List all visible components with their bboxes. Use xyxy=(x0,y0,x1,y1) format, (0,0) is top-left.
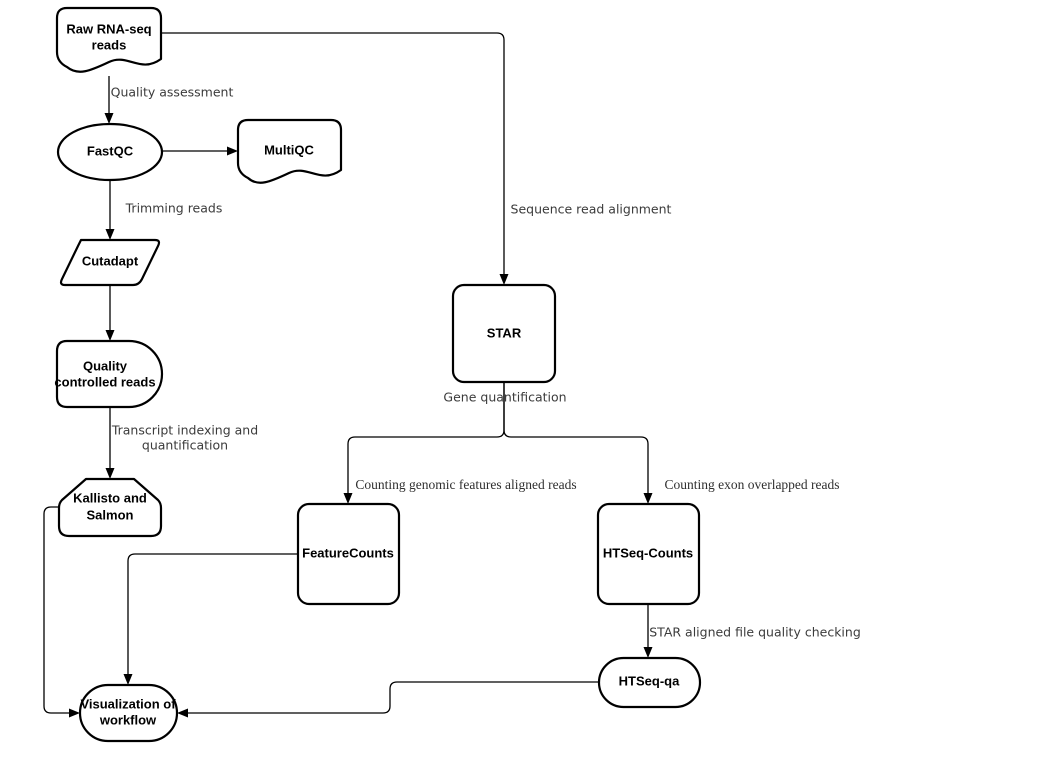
edge-raw-to-fastqc xyxy=(104,76,114,124)
edge-label-star-quality-checking: STAR aligned file quality checking xyxy=(649,625,861,640)
node-label-visualization-line2: workflow xyxy=(99,712,157,727)
node-label-kallisto-line2: Salmon xyxy=(87,507,134,522)
node-label-visualization-line1: Visualization of xyxy=(80,696,176,711)
edge-featurecounts-to-visualization xyxy=(123,553,298,685)
node-visualization-of-workflow[interactable]: Visualization of workflow xyxy=(78,683,179,743)
node-label-raw-reads-line2: reads xyxy=(92,37,127,52)
node-label-qc-reads-line2: controlled reads xyxy=(54,374,155,389)
node-label-star: STAR xyxy=(487,325,522,340)
edge-fastqc-to-multiqc xyxy=(162,146,238,156)
edge-label-transcript-indexing-line2: quantification xyxy=(142,438,228,453)
edge-qcreads-to-kallisto xyxy=(105,407,115,479)
node-label-htseq-qa: HTSeq-qa xyxy=(619,673,680,688)
flowchart-svg: Raw RNA-seq reads FastQC MultiQC Cutadap… xyxy=(43,6,861,743)
node-fastqc[interactable]: FastQC xyxy=(56,122,164,182)
node-label-qc-reads-line1: Quality xyxy=(83,358,128,373)
diagram-canvas: Raw RNA-seq reads FastQC MultiQC Cutadap… xyxy=(0,0,1037,757)
nodes-layer: Raw RNA-seq reads FastQC MultiQC Cutadap… xyxy=(54,6,702,743)
node-label-featurecounts: FeatureCounts xyxy=(302,545,394,560)
edge-label-trimming-reads: Trimming reads xyxy=(125,201,223,216)
node-label-fastqc: FastQC xyxy=(87,143,134,158)
edge-fastqc-to-cutadapt xyxy=(105,180,115,240)
edge-htseqqa-to-visualization xyxy=(177,681,599,718)
node-label-multiqc: MultiQC xyxy=(264,142,314,157)
node-htseq-qa[interactable]: HTSeq-qa xyxy=(597,656,702,709)
edge-label-gene-quantification: Gene quantification xyxy=(443,390,566,405)
edge-kallisto-to-visualization xyxy=(43,506,80,718)
node-multiqc[interactable]: MultiQC xyxy=(236,118,343,184)
node-label-kallisto-line1: Kallisto and xyxy=(73,490,147,505)
edge-label-quality-assessment: Quality assessment xyxy=(111,85,234,100)
edge-label-counting-genomic-features: Counting genomic features aligned reads xyxy=(355,477,576,492)
node-kallisto-and-salmon[interactable]: Kallisto and Salmon xyxy=(57,477,163,538)
node-label-htseq-counts: HTSeq-Counts xyxy=(603,545,693,560)
node-star[interactable]: STAR xyxy=(451,283,557,384)
node-raw-rna-seq-reads[interactable]: Raw RNA-seq reads xyxy=(55,6,163,73)
edge-label-counting-exon-overlapped: Counting exon overlapped reads xyxy=(664,477,839,492)
edge-label-sequence-read-alignment: Sequence read alignment xyxy=(511,202,672,217)
edge-label-transcript-indexing-line1: Transcript indexing and xyxy=(111,423,258,438)
node-htseq-counts[interactable]: HTSeq-Counts xyxy=(596,502,701,606)
node-cutadapt[interactable]: Cutadapt xyxy=(59,238,161,287)
edge-cutadapt-to-qcreads xyxy=(105,285,115,341)
node-quality-controlled-reads[interactable]: Quality controlled reads xyxy=(54,339,164,409)
node-label-cutadapt: Cutadapt xyxy=(82,253,139,268)
node-label-raw-reads-line1: Raw RNA-seq xyxy=(66,21,151,36)
node-featurecounts[interactable]: FeatureCounts xyxy=(296,502,401,606)
